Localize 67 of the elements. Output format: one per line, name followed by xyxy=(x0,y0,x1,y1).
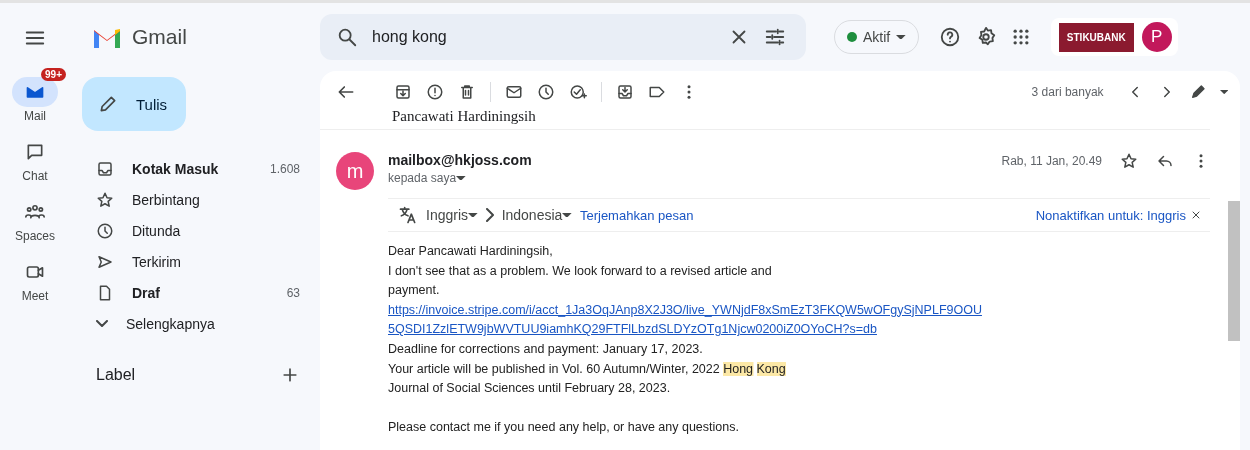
message-date: Rab, 11 Jan, 20.49 xyxy=(1001,154,1102,168)
rail-label: Chat xyxy=(22,169,48,183)
sender-address: mailbox@hkjoss.com xyxy=(388,152,532,168)
organization-logo: STIKUBANK xyxy=(1058,22,1134,52)
star-icon xyxy=(96,190,114,209)
body-text: Dear Pancawati Hardiningsih, xyxy=(388,243,554,260)
chat-icon xyxy=(25,142,45,162)
account-avatar[interactable]: P xyxy=(1141,22,1172,52)
move-icon[interactable] xyxy=(616,83,634,101)
body-text: Deadline for corrections and payment: January 17, 2023. xyxy=(388,340,704,358)
body-text: Journal of Social Sciences until February 28, 2023. xyxy=(388,380,672,398)
language-select[interactable]: Inggris xyxy=(426,207,478,223)
envelope-icon[interactable] xyxy=(505,83,523,101)
pencil-icon xyxy=(98,94,118,114)
app-name: Gmail xyxy=(132,25,187,49)
gmail-logo[interactable] xyxy=(92,26,122,48)
signature-text: Pancawati Hardiningsih xyxy=(392,108,536,124)
language-select[interactable]: Indonesia xyxy=(501,207,572,223)
clock-icon xyxy=(96,221,114,240)
close-icon[interactable] xyxy=(1190,209,1202,221)
disable-link[interactable]: Nonaktifkan untuk: Inggris xyxy=(1035,207,1186,223)
message-position: 3 dari banyak xyxy=(1031,85,1104,99)
folder-item[interactable]: Ditunda xyxy=(82,215,320,246)
caret-icon xyxy=(896,34,906,40)
payment-link[interactable]: https://invoice.stripe.com/i/acct_1Ja3OqJAnp8X2J3O/live_YWNjdF8xSmEzT3FKQW5wOFgySjNPLF9OOU xyxy=(388,300,1210,321)
status-button[interactable]: Aktif xyxy=(834,20,919,54)
compose-button[interactable]: Tulis xyxy=(82,77,186,131)
folder-item[interactable]: Selengkapnya xyxy=(82,308,320,339)
body-text: I don't see that as a problem. We look forward to a revised article and xyxy=(388,262,773,280)
rail-label: Mail xyxy=(24,109,46,123)
alert-icon[interactable] xyxy=(426,83,444,101)
chevron-icon xyxy=(485,208,494,222)
section-heading: Label xyxy=(96,366,136,384)
scrollbar[interactable] xyxy=(1228,201,1240,341)
archive-icon[interactable] xyxy=(394,83,412,101)
folder-item[interactable]: Draf 63 xyxy=(82,277,320,308)
star-icon[interactable] xyxy=(1120,152,1138,170)
unread-badge: 99+ xyxy=(41,68,66,81)
translate-link[interactable]: Terjemahkan pesan xyxy=(579,207,694,223)
rail-label: Meet xyxy=(21,289,49,303)
search-icon xyxy=(336,26,358,48)
recipient-button[interactable]: kepada saya xyxy=(388,171,466,185)
caret-icon xyxy=(456,175,466,181)
translate-icon xyxy=(398,205,418,225)
caret-icon xyxy=(468,212,478,218)
folder-item[interactable]: Berbintang xyxy=(82,184,320,215)
caret-icon xyxy=(562,212,572,218)
folder-item[interactable]: Terkirim xyxy=(82,246,320,277)
body-text: payment. xyxy=(388,282,441,300)
people-icon xyxy=(25,202,45,222)
inbox-icon xyxy=(96,159,114,178)
trash-icon[interactable] xyxy=(458,83,476,101)
rail-button[interactable] xyxy=(12,77,58,107)
search-field[interactable]: hong kong xyxy=(320,14,806,60)
filter-icon[interactable] xyxy=(764,26,786,48)
body-text: Please contact me if you need any help, or have any questions. xyxy=(388,419,740,437)
caret-icon xyxy=(1219,89,1228,95)
sender-avatar: m xyxy=(336,152,374,190)
folder-item[interactable]: Kotak Masuk 1.608 xyxy=(82,153,320,184)
help-icon[interactable] xyxy=(938,26,961,48)
body-text: Your article will be published in Vol. 60 Autumn/Winter, 2022 Hong Kong xyxy=(388,360,787,378)
clock-icon[interactable] xyxy=(537,83,555,101)
pen-icon[interactable] xyxy=(1189,84,1206,100)
payment-link[interactable]: 5QSDI1ZzlETW9jbWVTUU9iamhKQ29FTFlLbzdSLDYzOTg1Njcw0200iZ0OYoCH?s=db xyxy=(388,320,1210,340)
task-add-icon[interactable] xyxy=(569,83,587,101)
rail-label: Spaces xyxy=(15,229,55,243)
chevron-icon xyxy=(96,320,108,327)
